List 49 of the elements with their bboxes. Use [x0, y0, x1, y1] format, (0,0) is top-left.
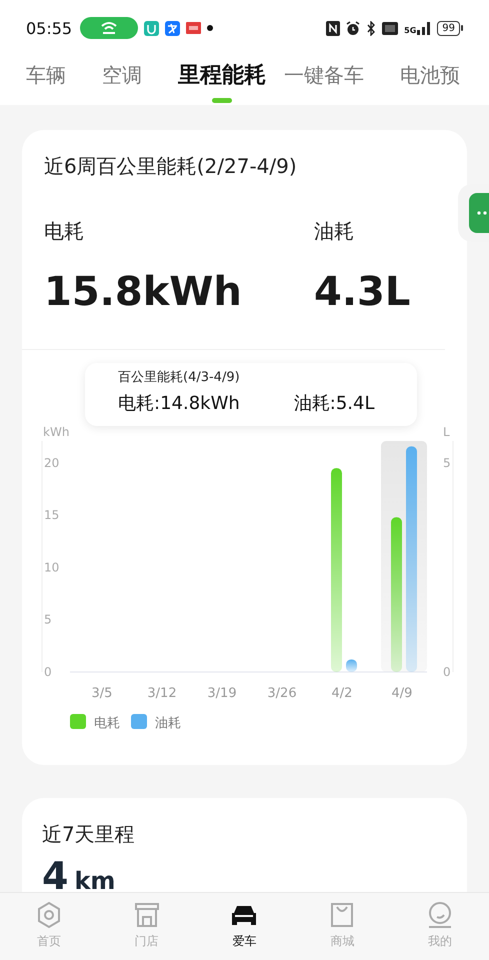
tick-label: 3/12 [147, 686, 177, 701]
metric-label: 油耗 [314, 218, 354, 245]
card-title: 近7天里程 [41, 821, 135, 848]
legend-label: 电耗 [94, 716, 120, 731]
alarm-icon [346, 20, 360, 36]
metric-value: 15.8kWh [44, 269, 242, 315]
tick-label: 3/5 [92, 686, 112, 701]
app-icon [144, 20, 160, 36]
legend-label: 油耗 [155, 716, 181, 731]
mileage-unit: km [74, 867, 116, 895]
tooltip-value: 油耗:5.4L [294, 392, 374, 415]
nfc-icon [326, 20, 340, 36]
axis-label: kWh [43, 425, 70, 439]
tab[interactable]: 电池预 [400, 56, 460, 90]
tab-indicator [212, 98, 232, 103]
tick-label: 4/9 [392, 686, 412, 701]
metric-label: 电耗 [44, 218, 84, 245]
card-title: 近6周百公里能耗(2/27-4/9) [43, 153, 298, 180]
tick-label: 15 [44, 508, 60, 522]
tick-label: 5 [44, 612, 52, 627]
tick-label: 4/2 [332, 686, 352, 701]
tick-label: 0 [44, 665, 52, 679]
floating-menu-button[interactable] [469, 193, 489, 233]
store-icon [132, 901, 161, 929]
app-icon [165, 20, 180, 36]
tab[interactable]: 空调 [102, 56, 142, 90]
tab[interactable]: 里程能耗 [178, 56, 266, 104]
app-icon [186, 22, 202, 34]
tick-label: 3/26 [267, 686, 297, 701]
axis-label: L [443, 425, 450, 439]
nav-tab[interactable]: 爱车 [196, 893, 294, 960]
tab[interactable]: 一键备车 [284, 56, 364, 90]
tooltip-value: 电耗:14.8kWh [118, 392, 240, 415]
network-type: 5G [404, 27, 416, 35]
battery-level: 99 [437, 20, 460, 36]
status-time: 05:55 [26, 18, 72, 38]
tick-label: 20 [44, 456, 60, 470]
tick-label: 0 [443, 665, 451, 679]
bluetooth-icon [366, 20, 376, 36]
dots-icon [477, 211, 487, 215]
metric-value: 4.3L [314, 269, 410, 315]
tab[interactable]: 车辆 [26, 56, 66, 90]
tick-label: 10 [44, 560, 60, 574]
tick-label: 5 [443, 456, 451, 470]
tick-label: 3/19 [207, 686, 237, 701]
hotspot-icon [100, 21, 118, 35]
notification-dot-icon [207, 25, 214, 31]
tooltip-title: 百公里能耗(4/3-4/9) [118, 369, 240, 386]
signal-icon [417, 21, 432, 35]
